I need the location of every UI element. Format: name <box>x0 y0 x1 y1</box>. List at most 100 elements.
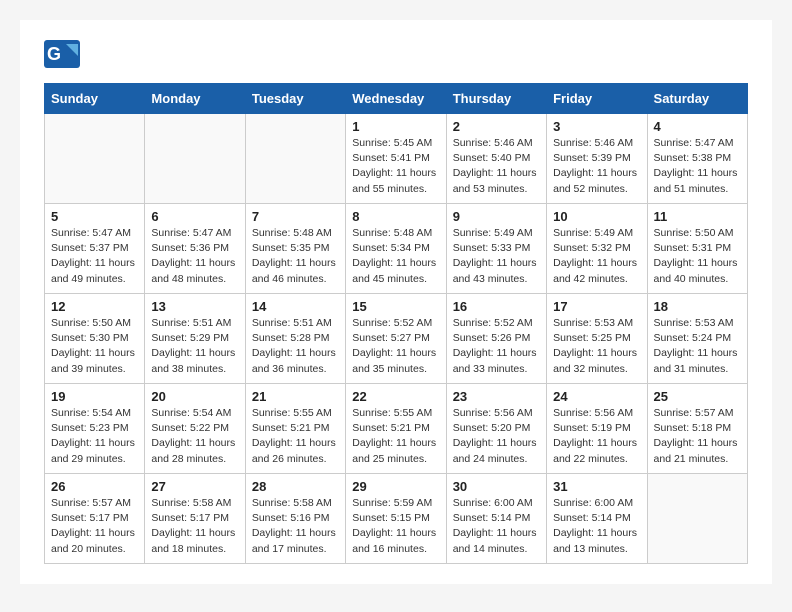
cell-info: Sunrise: 5:53 AM Sunset: 5:24 PM Dayligh… <box>654 316 741 377</box>
logo: G <box>44 40 84 73</box>
cell-info: Sunrise: 5:57 AM Sunset: 5:18 PM Dayligh… <box>654 406 741 467</box>
calendar-cell: 12 Sunrise: 5:50 AM Sunset: 5:30 PM Dayli… <box>45 294 145 384</box>
cell-info: Sunrise: 5:53 AM Sunset: 5:25 PM Dayligh… <box>553 316 640 377</box>
calendar-cell: 23 Sunrise: 5:56 AM Sunset: 5:20 PM Dayli… <box>446 384 546 474</box>
calendar-table: SundayMondayTuesdayWednesdayThursdayFrid… <box>44 83 748 564</box>
calendar-cell <box>245 114 345 204</box>
cell-info: Sunrise: 5:56 AM Sunset: 5:20 PM Dayligh… <box>453 406 540 467</box>
day-number: 1 <box>352 119 439 134</box>
calendar-cell: 20 Sunrise: 5:54 AM Sunset: 5:22 PM Dayli… <box>145 384 245 474</box>
weekday-header-friday: Friday <box>547 84 647 114</box>
calendar-cell: 19 Sunrise: 5:54 AM Sunset: 5:23 PM Dayli… <box>45 384 145 474</box>
day-number: 4 <box>654 119 741 134</box>
cell-info: Sunrise: 5:51 AM Sunset: 5:28 PM Dayligh… <box>252 316 339 377</box>
calendar-week-2: 5 Sunrise: 5:47 AM Sunset: 5:37 PM Daylig… <box>45 204 748 294</box>
calendar-cell <box>647 474 747 564</box>
page-container: G SundayMondayTuesdayWednesdayThursdayFr… <box>20 20 772 584</box>
cell-info: Sunrise: 6:00 AM Sunset: 5:14 PM Dayligh… <box>553 496 640 557</box>
cell-info: Sunrise: 5:47 AM Sunset: 5:38 PM Dayligh… <box>654 136 741 197</box>
day-number: 7 <box>252 209 339 224</box>
cell-info: Sunrise: 5:54 AM Sunset: 5:23 PM Dayligh… <box>51 406 138 467</box>
cell-info: Sunrise: 5:55 AM Sunset: 5:21 PM Dayligh… <box>352 406 439 467</box>
weekday-header-sunday: Sunday <box>45 84 145 114</box>
cell-info: Sunrise: 5:55 AM Sunset: 5:21 PM Dayligh… <box>252 406 339 467</box>
calendar-cell: 24 Sunrise: 5:56 AM Sunset: 5:19 PM Dayli… <box>547 384 647 474</box>
calendar-cell: 8 Sunrise: 5:48 AM Sunset: 5:34 PM Daylig… <box>346 204 446 294</box>
svg-text:G: G <box>47 44 61 64</box>
cell-info: Sunrise: 5:54 AM Sunset: 5:22 PM Dayligh… <box>151 406 238 467</box>
calendar-cell: 27Sunrise: 5:58 AM Sunset: 5:17 PM Dayli… <box>145 474 245 564</box>
calendar-cell: 13 Sunrise: 5:51 AM Sunset: 5:29 PM Dayli… <box>145 294 245 384</box>
day-number: 29 <box>352 479 439 494</box>
day-number: 15 <box>352 299 439 314</box>
cell-info: Sunrise: 5:58 AM Sunset: 5:17 PM Dayligh… <box>151 496 238 557</box>
cell-info: Sunrise: 5:46 AM Sunset: 5:39 PM Dayligh… <box>553 136 640 197</box>
cell-info: Sunrise: 5:58 AM Sunset: 5:16 PM Dayligh… <box>252 496 339 557</box>
calendar-cell: 17Sunrise: 5:53 AM Sunset: 5:25 PM Dayli… <box>547 294 647 384</box>
day-number: 11 <box>654 209 741 224</box>
day-number: 16 <box>453 299 540 314</box>
calendar-cell: 15 Sunrise: 5:52 AM Sunset: 5:27 PM Dayli… <box>346 294 446 384</box>
cell-info: Sunrise: 5:56 AM Sunset: 5:19 PM Dayligh… <box>553 406 640 467</box>
calendar-week-4: 19 Sunrise: 5:54 AM Sunset: 5:23 PM Dayli… <box>45 384 748 474</box>
day-number: 20 <box>151 389 238 404</box>
calendar-week-5: 26 Sunrise: 5:57 AM Sunset: 5:17 PM Dayli… <box>45 474 748 564</box>
day-number: 8 <box>352 209 439 224</box>
cell-info: Sunrise: 5:52 AM Sunset: 5:27 PM Dayligh… <box>352 316 439 377</box>
day-number: 10 <box>553 209 640 224</box>
calendar-cell: 6Sunrise: 5:47 AM Sunset: 5:36 PM Daylig… <box>145 204 245 294</box>
cell-info: Sunrise: 6:00 AM Sunset: 5:14 PM Dayligh… <box>453 496 540 557</box>
calendar-cell: 22Sunrise: 5:55 AM Sunset: 5:21 PM Dayli… <box>346 384 446 474</box>
calendar-cell: 5 Sunrise: 5:47 AM Sunset: 5:37 PM Daylig… <box>45 204 145 294</box>
calendar-cell: 2 Sunrise: 5:46 AM Sunset: 5:40 PM Daylig… <box>446 114 546 204</box>
weekday-header-monday: Monday <box>145 84 245 114</box>
day-number: 31 <box>553 479 640 494</box>
day-number: 19 <box>51 389 138 404</box>
cell-info: Sunrise: 5:49 AM Sunset: 5:33 PM Dayligh… <box>453 226 540 287</box>
calendar-cell: 31 Sunrise: 6:00 AM Sunset: 5:14 PM Dayli… <box>547 474 647 564</box>
calendar-cell <box>145 114 245 204</box>
day-number: 5 <box>51 209 138 224</box>
day-number: 24 <box>553 389 640 404</box>
calendar-week-3: 12 Sunrise: 5:50 AM Sunset: 5:30 PM Dayli… <box>45 294 748 384</box>
day-number: 21 <box>252 389 339 404</box>
day-number: 2 <box>453 119 540 134</box>
calendar-cell: 4 Sunrise: 5:47 AM Sunset: 5:38 PM Daylig… <box>647 114 747 204</box>
calendar-cell: 16Sunrise: 5:52 AM Sunset: 5:26 PM Dayli… <box>446 294 546 384</box>
cell-info: Sunrise: 5:46 AM Sunset: 5:40 PM Dayligh… <box>453 136 540 197</box>
cell-info: Sunrise: 5:51 AM Sunset: 5:29 PM Dayligh… <box>151 316 238 377</box>
calendar-cell: 14 Sunrise: 5:51 AM Sunset: 5:28 PM Dayli… <box>245 294 345 384</box>
cell-info: Sunrise: 5:49 AM Sunset: 5:32 PM Dayligh… <box>553 226 640 287</box>
weekday-header-row: SundayMondayTuesdayWednesdayThursdayFrid… <box>45 84 748 114</box>
cell-info: Sunrise: 5:59 AM Sunset: 5:15 PM Dayligh… <box>352 496 439 557</box>
day-number: 30 <box>453 479 540 494</box>
cell-info: Sunrise: 5:50 AM Sunset: 5:31 PM Dayligh… <box>654 226 741 287</box>
day-number: 12 <box>51 299 138 314</box>
cell-info: Sunrise: 5:47 AM Sunset: 5:36 PM Dayligh… <box>151 226 238 287</box>
day-number: 26 <box>51 479 138 494</box>
calendar-cell: 29 Sunrise: 5:59 AM Sunset: 5:15 PM Dayli… <box>346 474 446 564</box>
day-number: 13 <box>151 299 238 314</box>
calendar-cell <box>45 114 145 204</box>
calendar-cell: 26 Sunrise: 5:57 AM Sunset: 5:17 PM Dayli… <box>45 474 145 564</box>
calendar-cell: 11 Sunrise: 5:50 AM Sunset: 5:31 PM Dayli… <box>647 204 747 294</box>
cell-info: Sunrise: 5:50 AM Sunset: 5:30 PM Dayligh… <box>51 316 138 377</box>
calendar-cell: 7Sunrise: 5:48 AM Sunset: 5:35 PM Daylig… <box>245 204 345 294</box>
calendar-cell: 3 Sunrise: 5:46 AM Sunset: 5:39 PM Daylig… <box>547 114 647 204</box>
day-number: 3 <box>553 119 640 134</box>
day-number: 23 <box>453 389 540 404</box>
cell-info: Sunrise: 5:48 AM Sunset: 5:34 PM Dayligh… <box>352 226 439 287</box>
calendar-cell: 9 Sunrise: 5:49 AM Sunset: 5:33 PM Daylig… <box>446 204 546 294</box>
day-number: 28 <box>252 479 339 494</box>
calendar-cell: 18Sunrise: 5:53 AM Sunset: 5:24 PM Dayli… <box>647 294 747 384</box>
calendar-cell: 30 Sunrise: 6:00 AM Sunset: 5:14 PM Dayli… <box>446 474 546 564</box>
calendar-cell: 25 Sunrise: 5:57 AM Sunset: 5:18 PM Dayli… <box>647 384 747 474</box>
day-number: 25 <box>654 389 741 404</box>
cell-info: Sunrise: 5:57 AM Sunset: 5:17 PM Dayligh… <box>51 496 138 557</box>
day-number: 14 <box>252 299 339 314</box>
cell-info: Sunrise: 5:47 AM Sunset: 5:37 PM Dayligh… <box>51 226 138 287</box>
day-number: 9 <box>453 209 540 224</box>
header: G <box>44 40 748 73</box>
calendar-week-1: 1Sunrise: 5:45 AM Sunset: 5:41 PM Daylig… <box>45 114 748 204</box>
calendar-cell: 1Sunrise: 5:45 AM Sunset: 5:41 PM Daylig… <box>346 114 446 204</box>
